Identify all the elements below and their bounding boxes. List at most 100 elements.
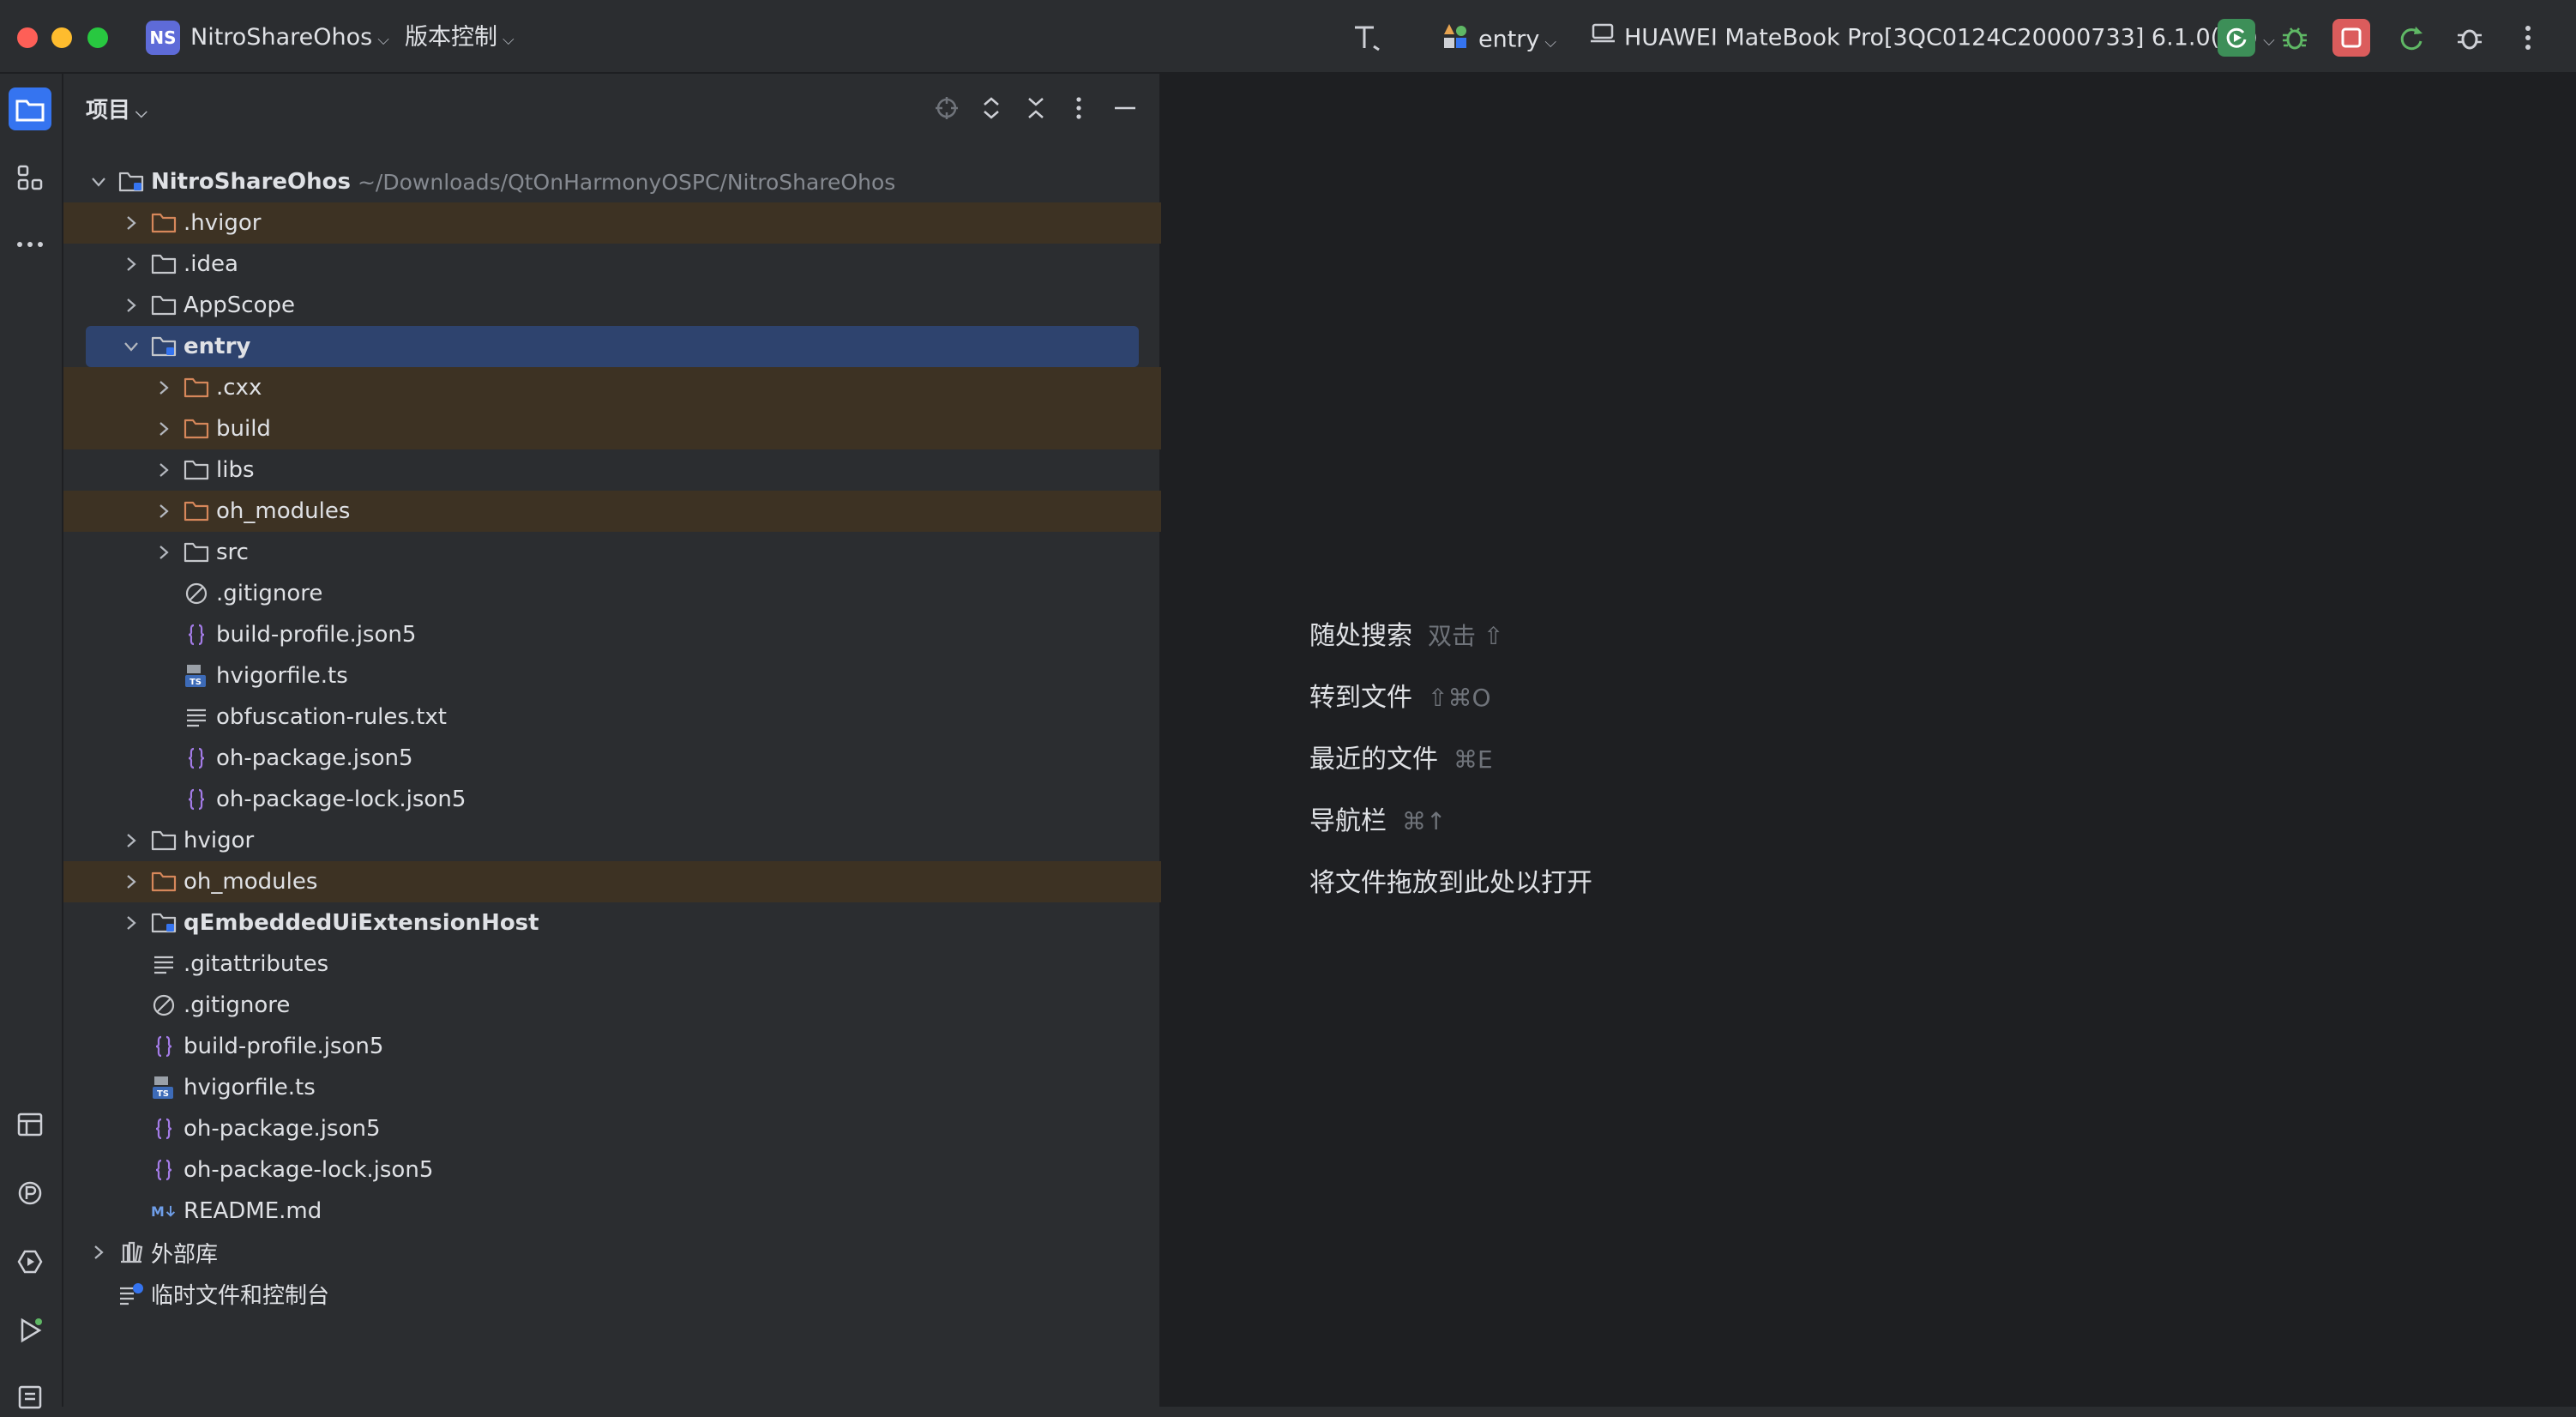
- hint-shortcut: ⌘E: [1454, 745, 1493, 774]
- json-file-icon: [184, 622, 209, 648]
- chevron-right-icon[interactable]: [120, 256, 142, 273]
- tree-row[interactable]: src: [63, 532, 1161, 573]
- project-panel: 项目 ⌵ NitroShareOhos ~/Downloads/QtOnHarmon…: [63, 74, 1161, 1407]
- chevron-right-icon[interactable]: [87, 1244, 110, 1261]
- zoom-window-button[interactable]: [87, 27, 108, 48]
- chevron-right-icon[interactable]: [153, 544, 175, 561]
- project-view-selector[interactable]: 项目 ⌵: [86, 93, 147, 124]
- tree-item-label: build: [216, 416, 271, 442]
- text-file-icon: [184, 704, 209, 730]
- chevron-right-icon[interactable]: [153, 379, 175, 396]
- profiler-p-icon[interactable]: [9, 1172, 51, 1215]
- tree-row[interactable]: .gitignore: [63, 573, 1161, 614]
- rerun-button[interactable]: [2218, 19, 2255, 57]
- expand-all-icon[interactable]: [976, 93, 1007, 124]
- tree-row[interactable]: libs: [63, 449, 1161, 491]
- tree-row[interactable]: TS hvigorfile.ts: [63, 1067, 1161, 1108]
- project-tool-folder-icon[interactable]: [9, 87, 51, 130]
- tree-row[interactable]: .gitignore: [63, 985, 1161, 1026]
- hint-shortcut: 双击 ⇧: [1428, 622, 1504, 650]
- tree-row[interactable]: .idea: [63, 244, 1161, 285]
- attach-debugger-icon[interactable]: [2451, 19, 2489, 57]
- hint-label: 转到文件: [1309, 683, 1412, 713]
- table-layout-icon[interactable]: [9, 1103, 51, 1146]
- tree-row[interactable]: build-profile.json5: [63, 614, 1161, 655]
- tree-item-label: README.md: [184, 1198, 322, 1224]
- project-name: NitroShareOhos: [190, 24, 373, 51]
- tree-row[interactable]: 临时文件和控制台: [63, 1273, 1161, 1314]
- tree-item-label: .cxx: [216, 375, 262, 401]
- project-switcher[interactable]: NitroShareOhos ⌵: [190, 21, 389, 55]
- vcs-menu[interactable]: 版本控制 ⌵: [405, 21, 515, 55]
- tree-row[interactable]: NitroShareOhos ~/Downloads/QtOnHarmonyOSP…: [63, 161, 1161, 202]
- run-config-selector[interactable]: entry ⌵: [1441, 21, 1556, 55]
- folder-icon: [151, 251, 177, 277]
- title-bar: NS NitroShareOhos ⌵ 版本控制 ⌵ entry ⌵ HUAWEI M…: [0, 0, 2576, 74]
- tree-item-label: NitroShareOhos: [151, 169, 351, 195]
- tree-row[interactable]: hvigor: [63, 820, 1161, 861]
- chevron-right-icon[interactable]: [153, 420, 175, 437]
- folder-icon: [151, 210, 177, 236]
- chevron-right-icon[interactable]: [120, 832, 142, 849]
- editor-area[interactable]: 随处搜索 双击 ⇧ 转到文件 ⇧⌘O 最近的文件 ⌘E 导航栏 ⌘↑ 将文件拖放到此处以打开: [1161, 74, 2576, 1407]
- tree-row[interactable]: oh-package-lock.json5: [63, 779, 1161, 820]
- panel-options-icon[interactable]: [1063, 93, 1094, 124]
- locate-target-icon[interactable]: [931, 93, 962, 124]
- tree-row[interactable]: build-profile.json5: [63, 1026, 1161, 1067]
- tree-row[interactable]: .hvigor: [63, 202, 1161, 244]
- tree-row[interactable]: M README.md: [63, 1191, 1161, 1232]
- tree-row[interactable]: obfuscation-rules.txt: [63, 696, 1161, 738]
- tree-row[interactable]: 外部库: [63, 1232, 1161, 1273]
- structure-icon[interactable]: [9, 156, 51, 199]
- device-selector[interactable]: HUAWEI MateBook Pro[3QC0124C20000733] 6.…: [1590, 21, 2275, 55]
- debug-icon[interactable]: [2276, 19, 2314, 57]
- stop-button[interactable]: [2332, 19, 2370, 57]
- module-shapes-icon: [1441, 21, 1470, 60]
- minimize-window-button[interactable]: [51, 27, 72, 48]
- chevron-right-icon[interactable]: [120, 297, 142, 314]
- device-label: HUAWEI MateBook Pro[3QC0124C20000733] 6.…: [1624, 24, 2259, 51]
- chevron-down-icon[interactable]: [87, 175, 110, 189]
- tree-row[interactable]: oh_modules: [63, 861, 1161, 902]
- tree-item-label: build-profile.json5: [184, 1034, 384, 1059]
- tree-row[interactable]: .cxx: [63, 367, 1161, 408]
- tree-row[interactable]: oh-package-lock.json5: [63, 1149, 1161, 1191]
- tree-row[interactable]: qEmbeddedUiExtensionHost: [63, 902, 1161, 944]
- tree-row[interactable]: oh_modules: [63, 491, 1161, 532]
- tree-row[interactable]: entry: [86, 326, 1139, 367]
- run-icon[interactable]: [9, 1309, 51, 1352]
- module-folder-icon: [151, 334, 177, 359]
- chevron-right-icon[interactable]: [120, 914, 142, 932]
- close-window-button[interactable]: [17, 27, 38, 48]
- todo-icon[interactable]: [9, 1374, 51, 1417]
- tree-row[interactable]: oh-package.json5: [63, 738, 1161, 779]
- tree-item-label: oh-package.json5: [184, 1116, 381, 1142]
- chevron-right-icon[interactable]: [120, 873, 142, 890]
- more-vertical-icon[interactable]: [2509, 19, 2547, 57]
- chevron-right-icon[interactable]: [153, 461, 175, 479]
- module-folder-icon: [118, 169, 144, 195]
- tree-row[interactable]: TS hvigorfile.ts: [63, 655, 1161, 696]
- chevron-right-icon[interactable]: [120, 214, 142, 232]
- project-badge[interactable]: NS: [146, 21, 180, 55]
- tree-row[interactable]: oh-package.json5: [63, 1108, 1161, 1149]
- editor-hint: 随处搜索 双击 ⇧: [1309, 614, 1503, 652]
- apply-changes-icon[interactable]: [2392, 19, 2430, 57]
- tree-row[interactable]: .gitattributes: [63, 944, 1161, 985]
- collapse-all-icon[interactable]: [1020, 93, 1051, 124]
- project-panel-title: 项目: [86, 98, 131, 124]
- tree-item-label: oh-package-lock.json5: [216, 787, 466, 812]
- chevron-right-icon[interactable]: [153, 503, 175, 520]
- build-icon[interactable]: [1348, 19, 1386, 57]
- more-horizontal-icon[interactable]: [9, 223, 51, 266]
- tree-row[interactable]: AppScope: [63, 285, 1161, 326]
- hide-panel-icon[interactable]: [1110, 93, 1141, 124]
- tree-row[interactable]: build: [63, 408, 1161, 449]
- laptop-icon: [1590, 21, 1616, 57]
- services-icon[interactable]: [9, 1240, 51, 1283]
- tree-item-label: AppScope: [184, 292, 295, 318]
- library-icon: [118, 1239, 144, 1265]
- chevron-down-icon[interactable]: [120, 340, 142, 353]
- hint-shortcut: ⌘↑: [1402, 807, 1447, 835]
- editor-hint: 将文件拖放到此处以打开: [1309, 861, 1592, 899]
